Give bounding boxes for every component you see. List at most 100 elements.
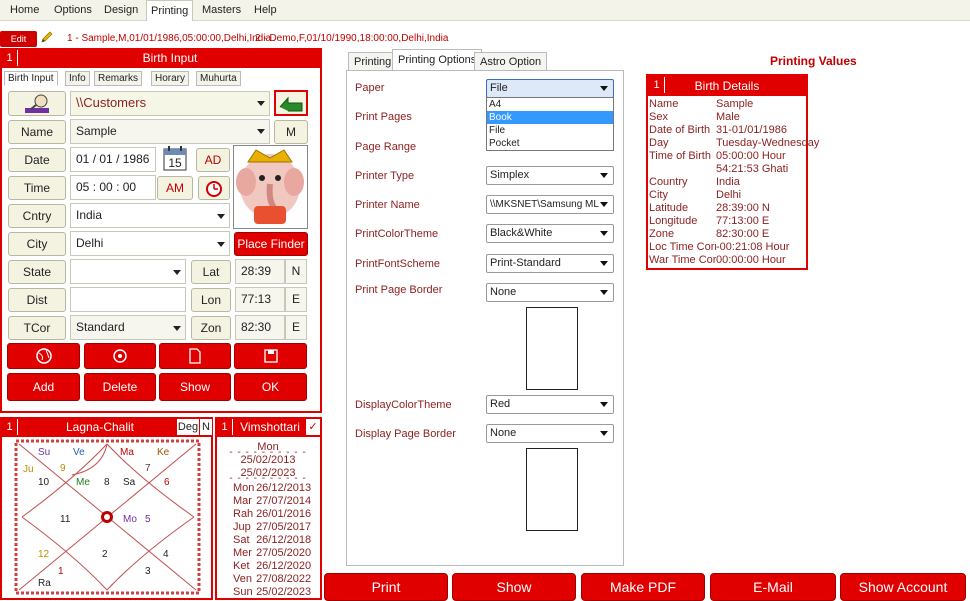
printer-name-select[interactable]: \\MKSNET\Samsung ML-1	[486, 195, 614, 214]
customers-search-button[interactable]	[8, 91, 66, 116]
dasha-row[interactable]: Sun 25/02/2023	[233, 586, 319, 599]
email-button[interactable]: E-Mail	[710, 573, 836, 601]
lat-direction[interactable]: N	[285, 259, 307, 284]
dasha-date: 26/12/2013	[256, 482, 312, 494]
chevron-down-icon	[257, 101, 265, 106]
print-button[interactable]: Print	[324, 573, 448, 601]
print-pages-label: Print Pages	[355, 111, 412, 123]
tab-horary[interactable]: Horary	[151, 71, 190, 86]
lat-input[interactable]: 28:39	[235, 259, 285, 284]
ad-button[interactable]: AD	[196, 148, 230, 172]
menu-options[interactable]: Options	[50, 0, 96, 21]
lon-input[interactable]: 77:13	[235, 287, 285, 312]
paper-option-book[interactable]: Book	[487, 111, 613, 124]
chevron-down-icon	[600, 231, 608, 236]
menu-printing[interactable]: Printing	[146, 0, 194, 21]
menu-design[interactable]: Design	[100, 0, 142, 21]
time-input[interactable]: 05 : 00 : 00	[70, 175, 156, 200]
check-icon[interactable]: ✓	[306, 419, 320, 435]
menu-masters[interactable]: Masters	[198, 0, 245, 21]
display-page-border-select[interactable]: None	[486, 424, 614, 443]
dasha-row[interactable]: Rah 26/01/2016	[233, 508, 319, 521]
display-color-theme-select[interactable]: Red	[486, 395, 614, 414]
gender-button[interactable]: M	[274, 120, 308, 144]
lon-direction[interactable]: E	[285, 287, 307, 312]
state-select[interactable]	[70, 259, 186, 284]
record-2[interactable]: 2 - Demo,F,01/10/1990,18:00:00,Delhi,Ind…	[255, 33, 448, 44]
print-border-preview	[526, 307, 578, 390]
state-label: State	[8, 260, 66, 284]
printer-type-select[interactable]: Simplex	[486, 166, 614, 185]
paper-select[interactable]: File	[486, 79, 614, 98]
dasha-row[interactable]: Mar 27/07/2014	[233, 495, 319, 508]
chevron-down-icon	[600, 173, 608, 178]
paper-option-a4[interactable]: A4	[487, 98, 613, 111]
tab-remarks[interactable]: Remarks	[94, 71, 143, 86]
birth-detail-key: Country	[649, 176, 688, 188]
target-button[interactable]	[84, 343, 156, 369]
display-page-border-value: None	[490, 427, 517, 439]
tcor-select[interactable]: Standard	[70, 315, 186, 340]
place-finder-button[interactable]: Place Finder	[234, 232, 308, 256]
show-account-button[interactable]: Show Account	[840, 573, 966, 601]
globe-icon	[35, 348, 52, 364]
dasha-date: 27/05/2017	[256, 521, 312, 533]
birth-detail-value: Delhi	[716, 189, 742, 201]
upload-button[interactable]	[274, 90, 308, 116]
birth-detail-value: Sample	[716, 98, 754, 110]
dist-label: Dist	[8, 288, 66, 312]
calendar-icon[interactable]: 15	[163, 145, 187, 171]
birth-details-list: Name Sample Sex Male Date of Birth 31-01/01/1…	[649, 98, 819, 267]
zone-direction[interactable]: E	[285, 315, 307, 340]
show-print-button[interactable]: Show	[452, 573, 576, 601]
dasha-row[interactable]: Jup 27/05/2017	[233, 521, 319, 534]
display-color-theme-label: DisplayColorTheme	[355, 399, 452, 411]
house-9: 9	[60, 463, 66, 474]
save-button[interactable]	[234, 343, 307, 369]
name-input[interactable]: Sample	[70, 119, 270, 144]
show-button[interactable]: Show	[159, 373, 231, 401]
pencil-icon[interactable]	[40, 30, 54, 47]
dasha-row[interactable]: Mon 26/12/2013	[233, 482, 319, 495]
birth-detail-row: Latitude 28:39:00 N	[649, 202, 807, 215]
ok-button[interactable]: OK	[234, 373, 307, 401]
dasha-row[interactable]: Mer 27/05/2020	[233, 547, 319, 560]
date-input[interactable]: 01 / 01 / 1986	[70, 147, 156, 172]
city-select[interactable]: Delhi	[70, 231, 230, 256]
delete-button[interactable]: Delete	[84, 373, 156, 401]
birth-detail-key: Zone	[649, 228, 675, 240]
tab-astro-option[interactable]: Astro Option	[474, 52, 548, 71]
record-1[interactable]: 1 - Sample,M,01/01/1986,05:00:00,Delhi,I…	[67, 33, 271, 44]
dasha-row[interactable]: Ket 26/12/2020	[233, 560, 319, 573]
page-range-label: Page Range	[355, 141, 417, 153]
globe-button[interactable]	[7, 343, 80, 369]
deg-toggle[interactable]: Deg	[177, 419, 199, 435]
print-font-scheme-select[interactable]: Print-Standard	[486, 254, 614, 273]
tab-printing-options[interactable]: Printing Options	[392, 49, 483, 71]
print-page-border-select[interactable]: None	[486, 283, 614, 302]
zone-input[interactable]: 82:30	[235, 315, 285, 340]
time-hour: 05	[76, 180, 90, 194]
planet-sa: Sa	[123, 477, 136, 488]
paper-option-pocket[interactable]: Pocket	[487, 137, 613, 150]
tab-info[interactable]: Info	[65, 71, 90, 86]
clock-button[interactable]	[198, 176, 230, 200]
dasha-row[interactable]: Sat 26/12/2018	[233, 534, 319, 547]
tab-birth-input[interactable]: Birth Input	[4, 71, 58, 86]
new-file-button[interactable]	[159, 343, 231, 369]
make-pdf-button[interactable]: Make PDF	[581, 573, 705, 601]
edit-dob-button[interactable]: Edit DOB	[0, 31, 37, 60]
tab-printing[interactable]: Printing	[348, 52, 398, 71]
paper-option-file[interactable]: File	[487, 124, 613, 137]
tab-muhurta[interactable]: Muhurta	[196, 71, 241, 86]
district-input[interactable]	[70, 287, 186, 312]
add-button[interactable]: Add	[7, 373, 80, 401]
n-toggle[interactable]: N	[200, 419, 212, 435]
menu-home[interactable]: Home	[6, 0, 43, 21]
print-color-theme-select[interactable]: Black&White	[486, 224, 614, 243]
country-select[interactable]: India	[70, 203, 230, 228]
am-button[interactable]: AM	[157, 176, 193, 200]
menu-help[interactable]: Help	[250, 0, 281, 21]
dasha-row[interactable]: Ven 27/08/2022	[233, 573, 319, 586]
customers-select[interactable]: \\Customers	[70, 91, 270, 116]
